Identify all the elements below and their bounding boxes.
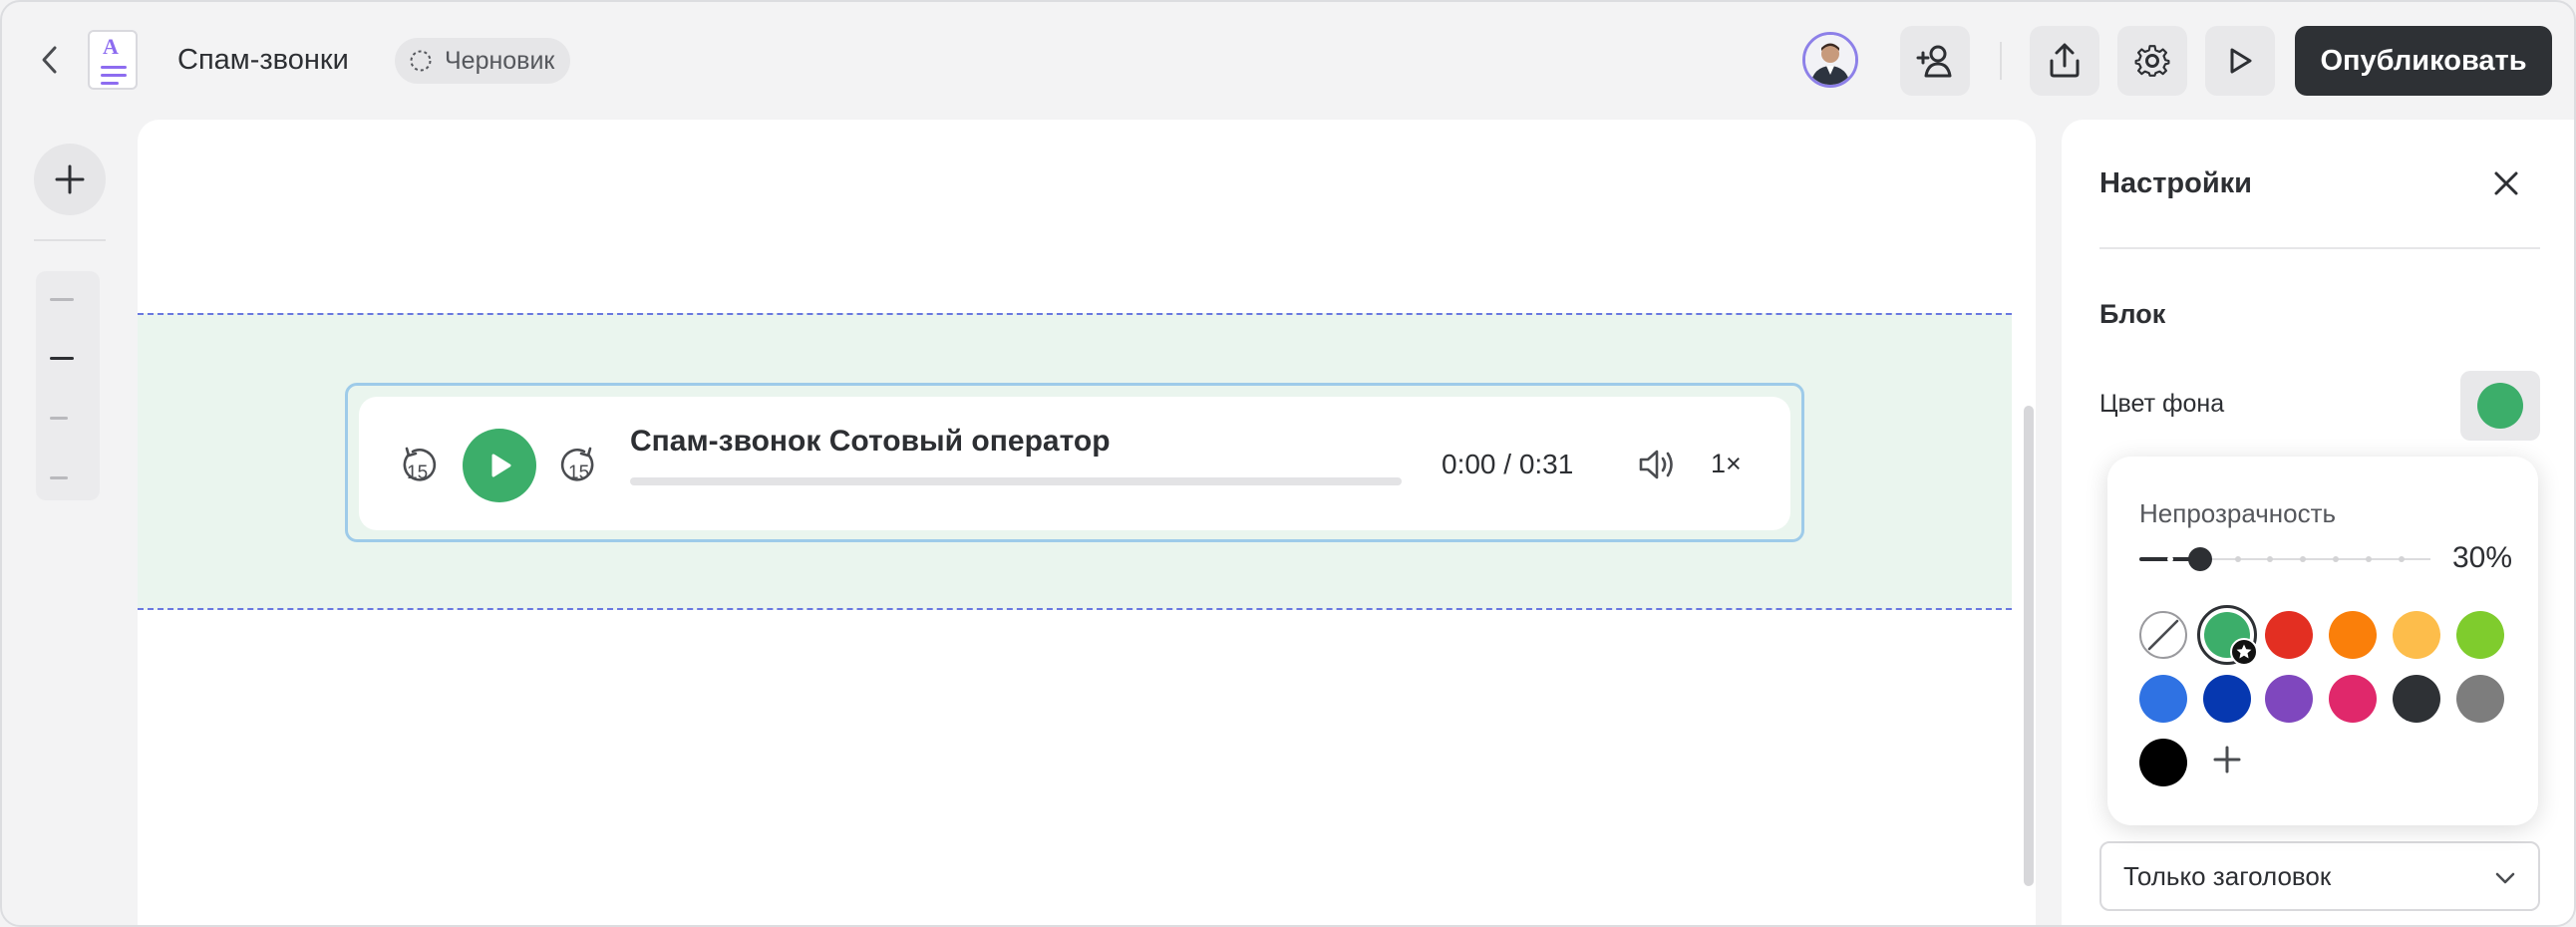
color-none[interactable] bbox=[2139, 611, 2187, 659]
outline-line[interactable] bbox=[50, 417, 68, 420]
back-icon[interactable] bbox=[32, 42, 68, 78]
status-badge: Черновик bbox=[395, 38, 571, 84]
slider-tick bbox=[2300, 556, 2306, 562]
slider-tick bbox=[2167, 556, 2173, 562]
audio-title: Спам-звонок Сотовый оператор bbox=[630, 425, 1111, 458]
opacity-label: Непрозрачность bbox=[2139, 498, 2337, 528]
add-color-icon[interactable] bbox=[2207, 740, 2247, 779]
user-avatar[interactable] bbox=[1802, 32, 1858, 88]
display-mode-dropdown[interactable]: Только заголовок bbox=[2099, 841, 2540, 911]
share-button[interactable] bbox=[2030, 26, 2099, 96]
settings-button[interactable] bbox=[2117, 26, 2187, 96]
bg-color-swatch bbox=[2477, 383, 2523, 429]
playback-speed[interactable]: 1× bbox=[1711, 449, 1742, 479]
color-navy[interactable] bbox=[2203, 675, 2251, 723]
rewind-15-icon[interactable]: 15 bbox=[399, 445, 443, 488]
add-user-icon bbox=[1916, 45, 1952, 78]
outline-line-active[interactable] bbox=[50, 357, 74, 360]
document-icon-letter: A bbox=[103, 34, 119, 59]
toolbar-divider bbox=[2000, 42, 2002, 80]
slider-tick bbox=[2399, 556, 2405, 562]
settings-title: Настройки bbox=[2099, 167, 2253, 199]
plus-icon bbox=[55, 164, 85, 194]
gear-icon bbox=[2134, 45, 2170, 77]
close-icon[interactable] bbox=[2488, 165, 2524, 201]
color-green-selected[interactable] bbox=[2197, 605, 2258, 666]
color-pink[interactable] bbox=[2329, 675, 2377, 723]
volume-icon[interactable] bbox=[1637, 447, 1677, 482]
page-title[interactable]: Спам-звонки bbox=[177, 44, 349, 77]
color-charcoal[interactable] bbox=[2393, 675, 2440, 723]
rail-divider bbox=[34, 239, 106, 241]
color-red[interactable] bbox=[2265, 611, 2313, 659]
app-window: A Спам-звонки Черновик Опубликовать 15 1… bbox=[0, 0, 2576, 927]
draft-status-icon bbox=[410, 50, 432, 72]
forward-15-icon[interactable]: 15 bbox=[554, 445, 598, 488]
audio-progress-bar[interactable] bbox=[630, 477, 1402, 485]
color-orange[interactable] bbox=[2329, 611, 2377, 659]
publish-button[interactable]: Опубликовать bbox=[2295, 26, 2552, 96]
rewind-seconds: 15 bbox=[407, 463, 429, 483]
opacity-slider-track[interactable] bbox=[2199, 558, 2430, 560]
outline-line[interactable] bbox=[50, 298, 74, 301]
color-yellow[interactable] bbox=[2393, 611, 2440, 659]
color-gray[interactable] bbox=[2456, 675, 2504, 723]
status-badge-label: Черновик bbox=[445, 46, 555, 75]
add-user-button[interactable] bbox=[1900, 26, 1970, 96]
chevron-down-icon bbox=[2495, 872, 2515, 884]
section-heading: Блок bbox=[2099, 299, 2166, 329]
preview-button[interactable] bbox=[2205, 26, 2275, 96]
slider-tick bbox=[2333, 556, 2339, 562]
play-icon bbox=[491, 454, 511, 477]
opacity-slider-handle[interactable] bbox=[2188, 547, 2212, 571]
opacity-value: 30% bbox=[2452, 541, 2513, 574]
color-lime[interactable] bbox=[2456, 611, 2504, 659]
star-icon bbox=[2230, 638, 2258, 666]
color-black[interactable] bbox=[2139, 739, 2187, 786]
settings-divider bbox=[2099, 247, 2540, 249]
top-bar: A Спам-звонки Черновик Опубликовать bbox=[2, 2, 2574, 120]
outline-line[interactable] bbox=[50, 476, 68, 479]
document-icon: A bbox=[88, 30, 138, 90]
audio-time: 0:00 / 0:31 bbox=[1442, 449, 1574, 479]
color-blue[interactable] bbox=[2139, 675, 2187, 723]
slider-tick bbox=[2267, 556, 2273, 562]
color-purple[interactable] bbox=[2265, 675, 2313, 723]
play-icon bbox=[2230, 48, 2252, 74]
canvas-scrollbar[interactable] bbox=[2024, 406, 2034, 886]
add-block-button[interactable] bbox=[34, 144, 106, 215]
dropdown-value: Только заголовок bbox=[2123, 860, 2332, 891]
slider-tick bbox=[2235, 556, 2241, 562]
slider-tick bbox=[2366, 556, 2372, 562]
no-color-icon bbox=[2147, 619, 2179, 651]
forward-seconds: 15 bbox=[568, 463, 590, 483]
outline-navigator[interactable] bbox=[36, 271, 100, 500]
bg-color-label: Цвет фона bbox=[2099, 390, 2225, 418]
share-icon bbox=[2050, 43, 2080, 78]
bg-color-button[interactable] bbox=[2460, 371, 2540, 441]
play-button[interactable] bbox=[463, 429, 536, 502]
